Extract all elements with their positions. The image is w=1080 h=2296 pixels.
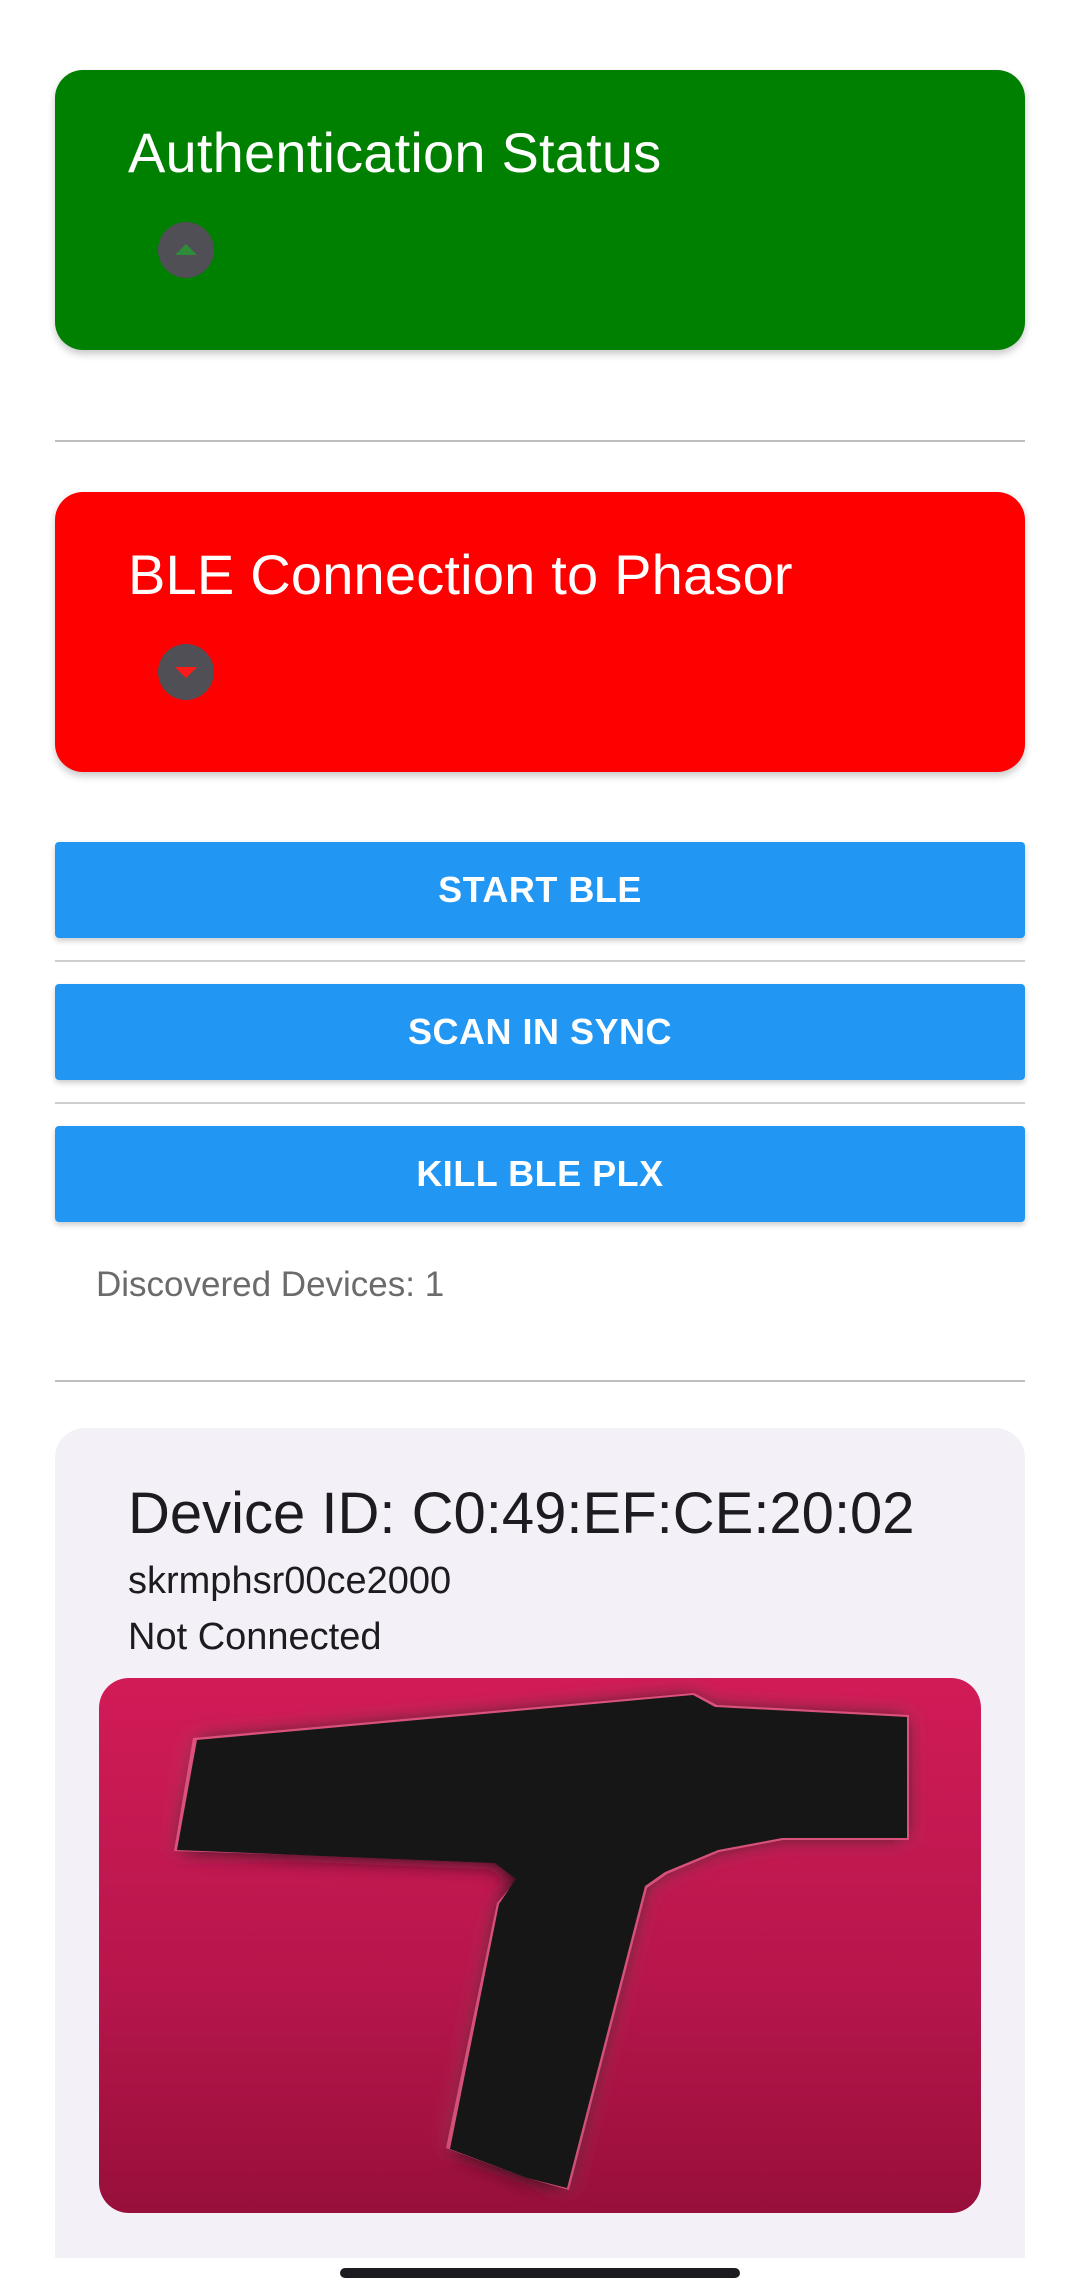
device-image bbox=[99, 1678, 981, 2213]
divider bbox=[55, 440, 1025, 442]
kill-ble-plx-button[interactable]: KILL BLE PLX bbox=[55, 1126, 1025, 1222]
app-screen: Authentication Status BLE Connection to … bbox=[0, 0, 1080, 2296]
device-card[interactable]: Device ID: C0:49:EF:CE:20:02 skrmphsr00c… bbox=[55, 1428, 1025, 2258]
divider bbox=[55, 960, 1025, 962]
scan-in-sync-button[interactable]: SCAN IN SYNC bbox=[55, 984, 1025, 1080]
authentication-status-title: Authentication Status bbox=[128, 121, 662, 184]
phasor-device-icon bbox=[174, 1693, 909, 2190]
start-ble-button[interactable]: START BLE bbox=[55, 842, 1025, 938]
device-name: skrmphsr00ce2000 bbox=[128, 1560, 452, 1602]
ble-connection-title: BLE Connection to Phasor bbox=[128, 543, 793, 606]
discovered-devices-count: Discovered Devices: 1 bbox=[96, 1265, 445, 1304]
home-indicator[interactable] bbox=[340, 2268, 740, 2278]
connection-status: Not Connected bbox=[128, 1616, 382, 1658]
divider bbox=[55, 1380, 1025, 1382]
chevron-up-icon[interactable] bbox=[158, 222, 214, 278]
divider bbox=[55, 1102, 1025, 1104]
chevron-down-icon[interactable] bbox=[158, 644, 214, 700]
ble-connection-card[interactable]: BLE Connection to Phasor bbox=[55, 492, 1025, 772]
device-id: Device ID: C0:49:EF:CE:20:02 bbox=[128, 1481, 915, 1546]
authentication-status-card[interactable]: Authentication Status bbox=[55, 70, 1025, 350]
